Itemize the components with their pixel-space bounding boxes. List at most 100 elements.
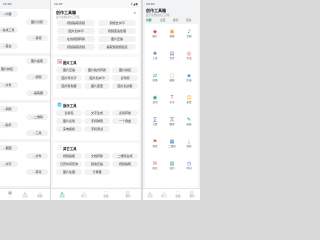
- grid-tool-label: 二维码: [168, 145, 176, 148]
- grid-tool-item[interactable]: T 文字: [166, 95, 178, 104]
- grid-tool-item[interactable]: ◉ 识别: [149, 95, 161, 104]
- tool-chip[interactable]: …内容: [0, 11, 18, 17]
- tab-favorites[interactable]: ♡ 收藏: [97, 190, 115, 200]
- quick-tool-chip[interactable]: 图片加水印: [57, 28, 95, 34]
- quick-tool-chip[interactable]: 图片压缩: [98, 36, 136, 42]
- grid-tool-item[interactable]: ▢ 截屏: [166, 73, 178, 82]
- grid-tool-label: 提取: [186, 145, 192, 148]
- tool-chip[interactable]: 短信压缩: [84, 161, 110, 167]
- tool-chip[interactable]: …文件: [26, 153, 48, 159]
- tool-chip[interactable]: 图片加水印: [84, 75, 110, 81]
- tool-chip[interactable]: 视频编辑: [112, 161, 138, 167]
- quick-tool-chip[interactable]: 视频提取音频: [57, 20, 95, 26]
- grid-tool-item[interactable]: ♪ 音频: [183, 29, 195, 38]
- status-bar: 12:07: [0, 0, 50, 7]
- grid-tool-item[interactable]: ◆ 图片: [149, 29, 161, 38]
- tool-chip[interactable]: …文字: [0, 161, 18, 167]
- tab-more[interactable]: 更多: [186, 18, 192, 22]
- grid-tool-item[interactable]: ✚ 工具: [149, 51, 161, 60]
- grid-tool-item[interactable]: ☺ 表情: [183, 95, 195, 104]
- grid-tool-item[interactable]: ◷ 时间: [183, 161, 195, 170]
- tool-chip[interactable]: 手机测试: [84, 126, 110, 132]
- grid-tool-label: 压缩: [186, 79, 192, 82]
- tool-chip[interactable]: …变白: [0, 43, 18, 49]
- tab-left-3[interactable]: ☆ 收藏: [31, 190, 49, 200]
- tool-chip[interactable]: 图片拼接: [112, 67, 138, 73]
- tool-chip[interactable]: 计算器: [84, 169, 110, 175]
- tool-chip[interactable]: 来电模拟: [56, 126, 82, 132]
- grid-tool-item[interactable]: ⤓ 提取: [183, 139, 195, 148]
- tool-chip[interactable]: …视频: [0, 106, 18, 112]
- grid-tool-item[interactable]: 文翻译: [166, 117, 178, 126]
- phone-screen-right: 12:07 创作工具箱 最全最便捷的工具箱 功能 设置 推荐 更多 ⌂ 首页 ♨ 热…: [143, 0, 200, 200]
- tool-chip[interactable]: …助手: [0, 122, 18, 128]
- tool-chip[interactable]: 表情转换: [112, 110, 138, 116]
- grid-tool-item[interactable]: ⚑ 测试: [149, 139, 161, 148]
- tool-chip[interactable]: …提取器: [26, 90, 48, 96]
- tool-chip[interactable]: 图片取色器: [56, 83, 82, 89]
- tab-features[interactable]: 功能: [146, 18, 152, 22]
- tool-chip[interactable]: 手持弹幕: [84, 118, 110, 124]
- grid-tool-item[interactable]: ⇄ 转换: [149, 73, 161, 82]
- quick-tool-chip[interactable]: 在线视频转换: [57, 36, 95, 42]
- quick-tool-chip[interactable]: 视频变速处理: [98, 28, 136, 34]
- grid-tool-item[interactable]: ✎ 画板: [183, 117, 195, 126]
- tool-chip[interactable]: 图片格式转换: [84, 67, 110, 73]
- grid-tool-item[interactable]: ✉ 短信: [149, 161, 161, 170]
- tool-chip[interactable]: 图片识别: [26, 19, 48, 25]
- tool-chip[interactable]: 图片加边框: [112, 83, 138, 89]
- grid-tool-item[interactable]: ▤ 文件: [166, 51, 178, 60]
- grid-tool-item[interactable]: ◎ 生成: [183, 51, 195, 60]
- search-icon[interactable]: ⌕: [134, 10, 136, 15]
- tab-mine[interactable]: ☺ 我的: [119, 190, 137, 200]
- tool-chip[interactable]: 图片压缩: [56, 67, 82, 73]
- tool-chip[interactable]: …转化: [26, 169, 48, 175]
- tab-hot[interactable]: ♨ 热门: [75, 190, 93, 200]
- grid-tool-item[interactable]: ▦ 二维码: [166, 139, 178, 148]
- tool-chip[interactable]: …二维码: [26, 114, 48, 120]
- tab-home[interactable]: ⌂ 首页: [143, 190, 157, 200]
- grid-tool-label: 翻译: [169, 123, 175, 126]
- tool-chip[interactable]: 图片转文字: [56, 75, 82, 81]
- section-icon-fun-tools: 🌐: [57, 102, 62, 107]
- tool-chip[interactable]: …音频: [26, 35, 48, 41]
- grid-tool-label: 工具: [152, 57, 158, 60]
- tool-chip[interactable]: …在线工具: [0, 27, 18, 33]
- tool-chip[interactable]: …视频: [26, 74, 48, 80]
- status-bar: 12:07 ▾◢▮: [51, 0, 141, 7]
- tool-chip[interactable]: 图片拼接: [0, 66, 18, 72]
- tool-chip[interactable]: 证件照: [112, 75, 138, 81]
- tool-chip[interactable]: 文字生成: [84, 110, 110, 116]
- tab-recommended[interactable]: 推荐: [173, 18, 179, 22]
- quick-tool-chip[interactable]: 视频提取音频: [57, 44, 95, 50]
- tab-hot[interactable]: ♨ 热门: [157, 190, 171, 200]
- quick-tool-chip[interactable]: 视频去水印: [98, 20, 136, 26]
- tab-settings[interactable]: 设置: [160, 18, 166, 22]
- tool-chip[interactable]: 一个键盘: [112, 118, 138, 124]
- tool-chip[interactable]: 视频提取: [56, 153, 82, 159]
- grid-tool-item[interactable]: ▥ 日历: [166, 161, 178, 170]
- tool-chip[interactable]: …报图: [0, 145, 18, 151]
- tool-chip[interactable]: 日历时间查询: [56, 161, 82, 167]
- grid-tool-item[interactable]: ◈ 压缩: [183, 73, 195, 82]
- tab-home[interactable]: ⌂ 首页: [53, 190, 71, 200]
- tool-chip[interactable]: 图片提取: [26, 58, 48, 64]
- section-icon-image-tools: 🖼: [57, 59, 63, 64]
- tool-chip[interactable]: 图片表情: [56, 118, 82, 124]
- tool-chip[interactable]: 表情包: [56, 110, 82, 116]
- tool-chip[interactable]: 二维码生成: [112, 153, 138, 159]
- tool-chip[interactable]: …文件: [0, 82, 18, 88]
- tool-chip[interactable]: …工具: [26, 130, 48, 136]
- section-title-fun-tools: 娱乐工具: [63, 104, 77, 108]
- tool-chip[interactable]: 图片处理: [56, 169, 82, 175]
- quick-tool-chip[interactable]: 提取短视频链接: [98, 44, 136, 50]
- tab-favorites[interactable]: ♡ 收藏: [171, 190, 185, 200]
- tab-mine[interactable]: ☺ 我的: [185, 190, 199, 200]
- grid-tool-item[interactable]: ▣ 视频: [166, 29, 178, 38]
- grid-tool-label: 时间: [186, 167, 192, 170]
- category-tabs: 功能 设置 推荐 更多: [146, 18, 198, 22]
- tool-chip[interactable]: 文档转换: [84, 153, 110, 159]
- status-bar: 12:07: [143, 0, 200, 7]
- grid-tool-item[interactable]: ∑ 计算: [149, 117, 161, 126]
- tool-chip[interactable]: 图片变更: [84, 83, 110, 89]
